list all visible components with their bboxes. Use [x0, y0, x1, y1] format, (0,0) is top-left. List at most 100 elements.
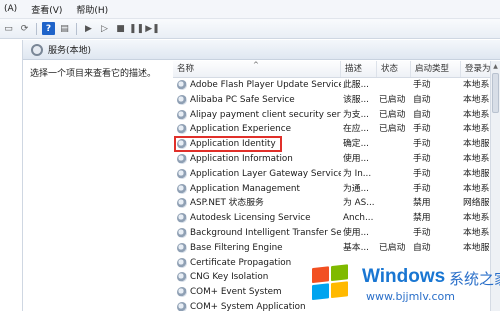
service-startup-type: 手动 [413, 139, 431, 150]
column-header-status[interactable]: 状态 [377, 61, 411, 77]
service-name: Background Intelligent Transfer Se... [190, 228, 341, 238]
service-gear-icon [177, 168, 187, 179]
watermark: Windows 系统之家 www.bjjmlv.com [304, 258, 500, 311]
pane-title: 服务(本地) [48, 46, 92, 56]
table-row[interactable]: Application Experience 在应... 已启动 手动 本地系 [173, 122, 490, 137]
service-desc: 为支... [343, 109, 369, 120]
pause-service-icon[interactable]: ❚❚ [129, 22, 144, 35]
selected-row-highlight [174, 136, 282, 152]
console-tree-pane[interactable] [0, 40, 23, 311]
menu-item-view[interactable]: 查看(V) [27, 3, 72, 16]
service-startup-type: 手动 [413, 80, 431, 90]
service-desc: 确定... [343, 139, 369, 150]
service-name: Base Filtering Engine [190, 242, 283, 253]
table-row[interactable]: ASP.NET 状态服务 为 AS... 禁用 网络服 [173, 196, 490, 211]
service-status: 已启动 [379, 242, 406, 253]
start-service-icon[interactable]: ▶ [82, 22, 95, 35]
service-logon-as: 本地系 [463, 124, 490, 135]
service-startup-type: 自动 [413, 94, 431, 105]
service-startup-type: 手动 [413, 168, 431, 179]
service-gear-icon [177, 183, 187, 194]
service-name: Application Experience [190, 124, 292, 135]
toolbar: ▭ ⟳ ? ▤ ▶ ▷ ■ ❚❚ ▶❚ [0, 19, 500, 39]
properties-icon[interactable]: ▭ [2, 22, 15, 35]
service-gear-icon [177, 272, 187, 283]
service-logon-as: 网络服 [463, 198, 490, 209]
service-desc: 为 AS... [343, 198, 375, 209]
services-gear-icon [31, 43, 43, 56]
scroll-up-icon[interactable]: ▲ [491, 62, 500, 72]
service-status: 已启动 [379, 94, 406, 105]
table-row[interactable]: Application Information 使用... 手动 本地系 [173, 152, 490, 167]
service-gear-icon [177, 124, 187, 135]
service-status [377, 211, 411, 226]
pane-header: 服务(本地) [23, 40, 500, 60]
service-desc: 在应... [343, 124, 369, 135]
column-header-logon[interactable]: 登录为 [461, 61, 490, 77]
table-row[interactable]: Base Filtering Engine 基本... 已启动 自动 本地服 [173, 241, 490, 256]
table-row[interactable]: Adobe Flash Player Update Service 此服... 手动… [173, 78, 490, 93]
service-desc: 基本... [343, 242, 369, 253]
sort-caret-icon: ^ [253, 61, 259, 69]
toolbar-separator [76, 22, 77, 35]
service-desc: 使用... [343, 154, 369, 164]
service-desc: 为通... [343, 183, 369, 194]
service-gear-icon [177, 213, 187, 224]
table-row[interactable]: Background Intelligent Transfer Se... 使用.… [173, 226, 490, 241]
service-gear-icon [177, 80, 187, 90]
service-logon-as: 本地系 [463, 154, 490, 164]
service-desc: 使用... [343, 228, 369, 238]
scrollbar-thumb[interactable] [492, 73, 499, 113]
windows-logo-icon [312, 264, 352, 304]
service-logon-as: 本地系 [463, 228, 490, 238]
service-status [377, 152, 411, 167]
service-startup-type: 手动 [413, 154, 431, 164]
service-gear-icon [177, 228, 187, 238]
toolbar-separator [36, 22, 37, 35]
service-status [377, 78, 411, 93]
table-row[interactable]: Autodesk Licensing Service Anch... 禁用 本地系 [173, 211, 490, 226]
column-header-row: 名称 ^ 描述 状态 启动类型 登录为 [173, 61, 490, 78]
service-startup-type: 手动 [413, 228, 431, 238]
service-name: Autodesk Licensing Service [190, 213, 311, 224]
stop-service-icon[interactable]: ■ [114, 22, 127, 35]
table-row[interactable]: Application Management 为通... 手动 本地系 [173, 182, 490, 197]
service-gear-icon [177, 198, 187, 209]
service-desc: 该服... [343, 94, 369, 105]
menu-item-action[interactable]: (A) [0, 4, 27, 14]
service-startup-type: 手动 [413, 183, 431, 194]
service-gear-icon [177, 154, 187, 164]
service-status [377, 137, 411, 152]
service-name: Alipay payment client security servi... [190, 109, 341, 120]
service-status: 已启动 [379, 109, 406, 120]
menu-item-help[interactable]: 帮助(H) [72, 3, 118, 16]
service-gear-icon [177, 109, 187, 120]
console-icon[interactable]: ▤ [58, 22, 71, 35]
service-startup-type: 禁用 [413, 213, 431, 224]
service-name: Application Layer Gateway Service [190, 168, 341, 179]
service-logon-as: 本地系 [463, 94, 490, 105]
service-name: Application Management [190, 183, 300, 194]
service-desc: 为 In... [343, 168, 372, 179]
service-desc: 此服... [343, 80, 369, 90]
service-gear-icon [177, 94, 187, 105]
service-logon-as: 本地服 [463, 139, 490, 150]
watermark-url: www.bjjmlv.com [366, 290, 455, 303]
refresh-icon[interactable]: ⟳ [18, 22, 31, 35]
table-row[interactable]: Alibaba PC Safe Service 该服... 已启动 自动 本地系 [173, 93, 490, 108]
column-header-desc[interactable]: 描述 [341, 61, 377, 77]
service-logon-as: 本地系 [463, 183, 490, 194]
restart-service-icon[interactable]: ▶❚ [145, 22, 159, 35]
table-row[interactable]: Application Layer Gateway Service 为 In...… [173, 167, 490, 182]
service-startup-type: 自动 [413, 242, 431, 253]
help-icon[interactable]: ? [42, 22, 55, 35]
column-header-startup[interactable]: 启动类型 [411, 61, 461, 77]
service-startup-type: 禁用 [413, 198, 431, 209]
service-desc: Anch... [343, 213, 374, 224]
menu-bar: (A) 查看(V) 帮助(H) [0, 0, 500, 19]
start-alt-icon[interactable]: ▷ [98, 22, 111, 35]
service-status: 已启动 [379, 124, 406, 135]
service-name: Application Information [190, 154, 293, 164]
service-status [377, 226, 411, 241]
table-row[interactable]: Alipay payment client security servi... 为… [173, 108, 490, 123]
